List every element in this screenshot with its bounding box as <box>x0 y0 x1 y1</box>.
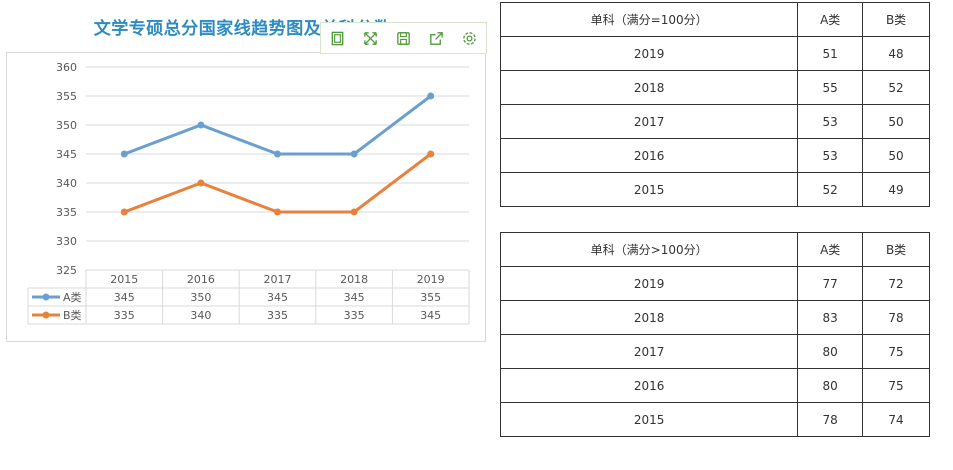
x-tick-label: 2019 <box>417 273 445 286</box>
y-tick-label: 325 <box>56 264 77 277</box>
data-view-icon[interactable] <box>321 23 354 53</box>
cell-b: 52 <box>862 70 930 105</box>
data-label: 345 <box>344 291 365 304</box>
y-tick-label: 350 <box>56 119 77 132</box>
table-row: 2015 78 74 <box>499 402 930 437</box>
y-tick-label: 360 <box>56 61 77 74</box>
cell-b: 72 <box>862 266 930 301</box>
cell-b: 74 <box>862 402 930 437</box>
cell-a: 55 <box>797 70 864 105</box>
cell-a: 51 <box>797 36 864 71</box>
table-row: 2015 52 49 <box>499 172 930 207</box>
legend-label: B类 <box>63 308 82 322</box>
data-point <box>120 150 128 158</box>
header-b: B类 <box>862 2 930 37</box>
table-row: 2016 53 50 <box>499 138 930 173</box>
save-icon[interactable] <box>387 23 420 53</box>
header-subject: 单科（满分>100分） <box>499 232 799 267</box>
header-b: B类 <box>862 232 930 267</box>
data-label: 335 <box>267 309 288 322</box>
cell-b: 78 <box>862 300 930 335</box>
data-label: 340 <box>190 309 211 322</box>
header-a: A类 <box>797 232 864 267</box>
x-tick-label: 2018 <box>340 273 368 286</box>
cell-b: 50 <box>862 104 930 139</box>
legend-marker <box>42 311 50 319</box>
cell-year: 2019 <box>499 266 799 301</box>
data-point <box>427 150 435 158</box>
cell-a: 83 <box>797 300 864 335</box>
settings-icon[interactable] <box>453 23 486 53</box>
x-tick-label: 2015 <box>110 273 138 286</box>
table-row: 2017 80 75 <box>499 334 930 369</box>
single-subject-table-over-100: 单科（满分>100分） A类 B类 2019 77 72 2018 83 78 2017… <box>499 232 930 437</box>
y-tick-label: 335 <box>56 206 77 219</box>
data-label: 345 <box>420 309 441 322</box>
table-row: 2017 53 50 <box>499 104 930 139</box>
cell-b: 48 <box>862 36 930 71</box>
cell-year: 2017 <box>499 104 799 139</box>
data-point <box>350 208 358 216</box>
data-point <box>427 92 435 100</box>
table-row: 2016 80 75 <box>499 368 930 403</box>
cell-year: 2019 <box>499 36 799 71</box>
cell-year: 2016 <box>499 138 799 173</box>
header-subject: 单科（满分=100分） <box>499 2 799 37</box>
y-tick-label: 340 <box>56 177 77 190</box>
cell-year: 2018 <box>499 300 799 335</box>
legend-label: A类 <box>63 290 82 304</box>
data-label: 345 <box>114 291 135 304</box>
table-row: 2019 77 72 <box>499 266 930 301</box>
cell-a: 77 <box>797 266 864 301</box>
cell-year: 2016 <box>499 368 799 403</box>
expand-icon[interactable] <box>354 23 387 53</box>
cell-a: 53 <box>797 138 864 173</box>
table-row: 2019 51 48 <box>499 36 930 71</box>
y-tick-label: 330 <box>56 235 77 248</box>
cell-b: 75 <box>862 368 930 403</box>
data-point <box>197 179 205 187</box>
data-label: 335 <box>114 309 135 322</box>
data-label: 345 <box>267 291 288 304</box>
table-header-row: 单科（满分>100分） A类 B类 <box>499 232 930 267</box>
chart-toolbar <box>320 22 487 54</box>
cell-year: 2017 <box>499 334 799 369</box>
data-label: 335 <box>344 309 365 322</box>
y-tick-label: 355 <box>56 90 77 103</box>
cell-a: 52 <box>797 172 864 207</box>
x-tick-label: 2016 <box>187 273 215 286</box>
cell-year: 2015 <box>499 172 799 207</box>
cell-b: 49 <box>862 172 930 207</box>
table-row: 2018 55 52 <box>499 70 930 105</box>
cell-a: 78 <box>797 402 864 437</box>
data-point <box>197 121 205 129</box>
cell-year: 2015 <box>499 402 799 437</box>
header-a: A类 <box>797 2 864 37</box>
cell-a: 53 <box>797 104 864 139</box>
cell-b: 50 <box>862 138 930 173</box>
data-point <box>350 150 358 158</box>
cell-a: 80 <box>797 334 864 369</box>
legend-marker <box>42 293 50 301</box>
cell-year: 2018 <box>499 70 799 105</box>
y-tick-label: 345 <box>56 148 77 161</box>
data-point <box>120 208 128 216</box>
data-point <box>274 150 281 158</box>
table-header-row: 单科（满分=100分） A类 B类 <box>499 2 930 37</box>
data-label: 350 <box>190 291 211 304</box>
x-tick-label: 2017 <box>264 273 292 286</box>
single-subject-table-100: 单科（满分=100分） A类 B类 2019 51 48 2018 55 52 2017… <box>499 2 930 207</box>
cell-a: 80 <box>797 368 864 403</box>
cell-b: 75 <box>862 334 930 369</box>
data-point <box>274 208 281 216</box>
table-row: 2018 83 78 <box>499 300 930 335</box>
data-label: 355 <box>420 291 441 304</box>
share-icon[interactable] <box>420 23 453 53</box>
